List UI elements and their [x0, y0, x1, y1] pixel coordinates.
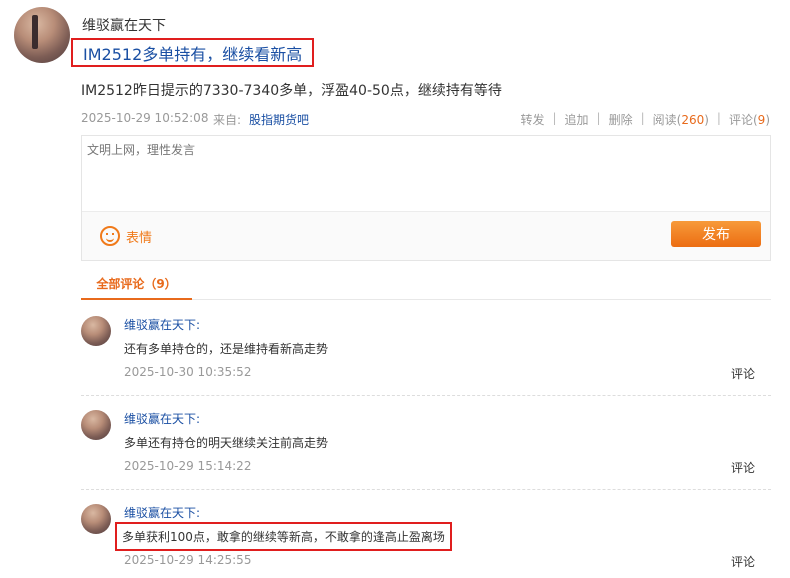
action-separator: |: [716, 111, 721, 125]
emoji-button[interactable]: 表情: [100, 226, 152, 246]
commenter-avatar[interactable]: [81, 316, 111, 346]
append-link[interactable]: 追加: [565, 111, 589, 128]
read-count: 阅读(260): [652, 113, 709, 127]
post-body: IM2512昨日提示的7330-7340多单，浮盈40-50点，继续持有等待: [81, 83, 502, 99]
comment-text: 还有多单持仓的，还是维持看新高走势: [124, 342, 329, 356]
post-title[interactable]: IM2512多单持有，继续看新高: [83, 41, 302, 65]
comment-divider: [81, 489, 771, 490]
comment-count-link[interactable]: 评论(9): [729, 111, 770, 128]
comment-editor: 文明上网，理性发言 表情 发布: [81, 135, 771, 261]
comment-tabs: 全部评论（9）: [81, 268, 771, 300]
post-actions: 转发 | 追加 | 删除 | 阅读(260) | 评论(9): [520, 111, 770, 128]
comment-text: 多单还有持仓的明天继续关注前高走势: [124, 436, 329, 450]
action-separator: |: [640, 111, 645, 125]
reply-link[interactable]: 评论: [731, 365, 755, 382]
post-time: 2025-10-29 10:52:08: [81, 111, 209, 125]
reply-link[interactable]: 评论: [731, 459, 755, 476]
comment-time: 2025-10-29 15:14:22: [124, 459, 252, 473]
read-label: 阅读: [652, 113, 677, 127]
comment-divider: [81, 395, 771, 396]
action-separator: |: [552, 111, 557, 125]
author-name[interactable]: 维驳赢在天下: [82, 15, 166, 35]
author-avatar[interactable]: [14, 7, 70, 63]
commenter-name[interactable]: 维驳赢在天下:: [124, 316, 200, 333]
commenter-avatar[interactable]: [81, 410, 111, 440]
forward-link[interactable]: 转发: [520, 111, 544, 128]
comment-label: 评论: [728, 113, 753, 127]
commenter-name[interactable]: 维驳赢在天下:: [124, 410, 200, 427]
commenter-name[interactable]: 维驳赢在天下:: [124, 504, 200, 521]
comment-text: 多单获利100点，敢拿的继续等新高，不敢拿的逢高止盈离场: [115, 522, 452, 551]
post-meta: 2025-10-29 10:52:08 来自: 股指期货吧 转发 | 追加 | …: [81, 111, 770, 127]
comment-time: 2025-10-30 10:35:52: [124, 365, 252, 379]
publish-button[interactable]: 发布: [671, 221, 761, 247]
comment-count-value: 9: [757, 113, 766, 127]
commenter-avatar[interactable]: [81, 504, 111, 534]
tab-all-comments[interactable]: 全部评论（9）: [81, 268, 192, 300]
read-count-value: 260: [681, 113, 705, 127]
post-source-link[interactable]: 股指期货吧: [249, 111, 309, 128]
comment-input[interactable]: 文明上网，理性发言: [82, 136, 770, 212]
smiley-icon: [100, 226, 120, 246]
delete-link[interactable]: 删除: [609, 111, 633, 128]
action-separator: |: [596, 111, 601, 125]
post-from-label: 来自:: [213, 113, 242, 127]
reply-link[interactable]: 评论: [731, 553, 755, 570]
post-title-highlight: IM2512多单持有，继续看新高: [71, 38, 315, 67]
comment-time: 2025-10-29 14:25:55: [124, 553, 252, 567]
emoji-label: 表情: [126, 230, 153, 246]
